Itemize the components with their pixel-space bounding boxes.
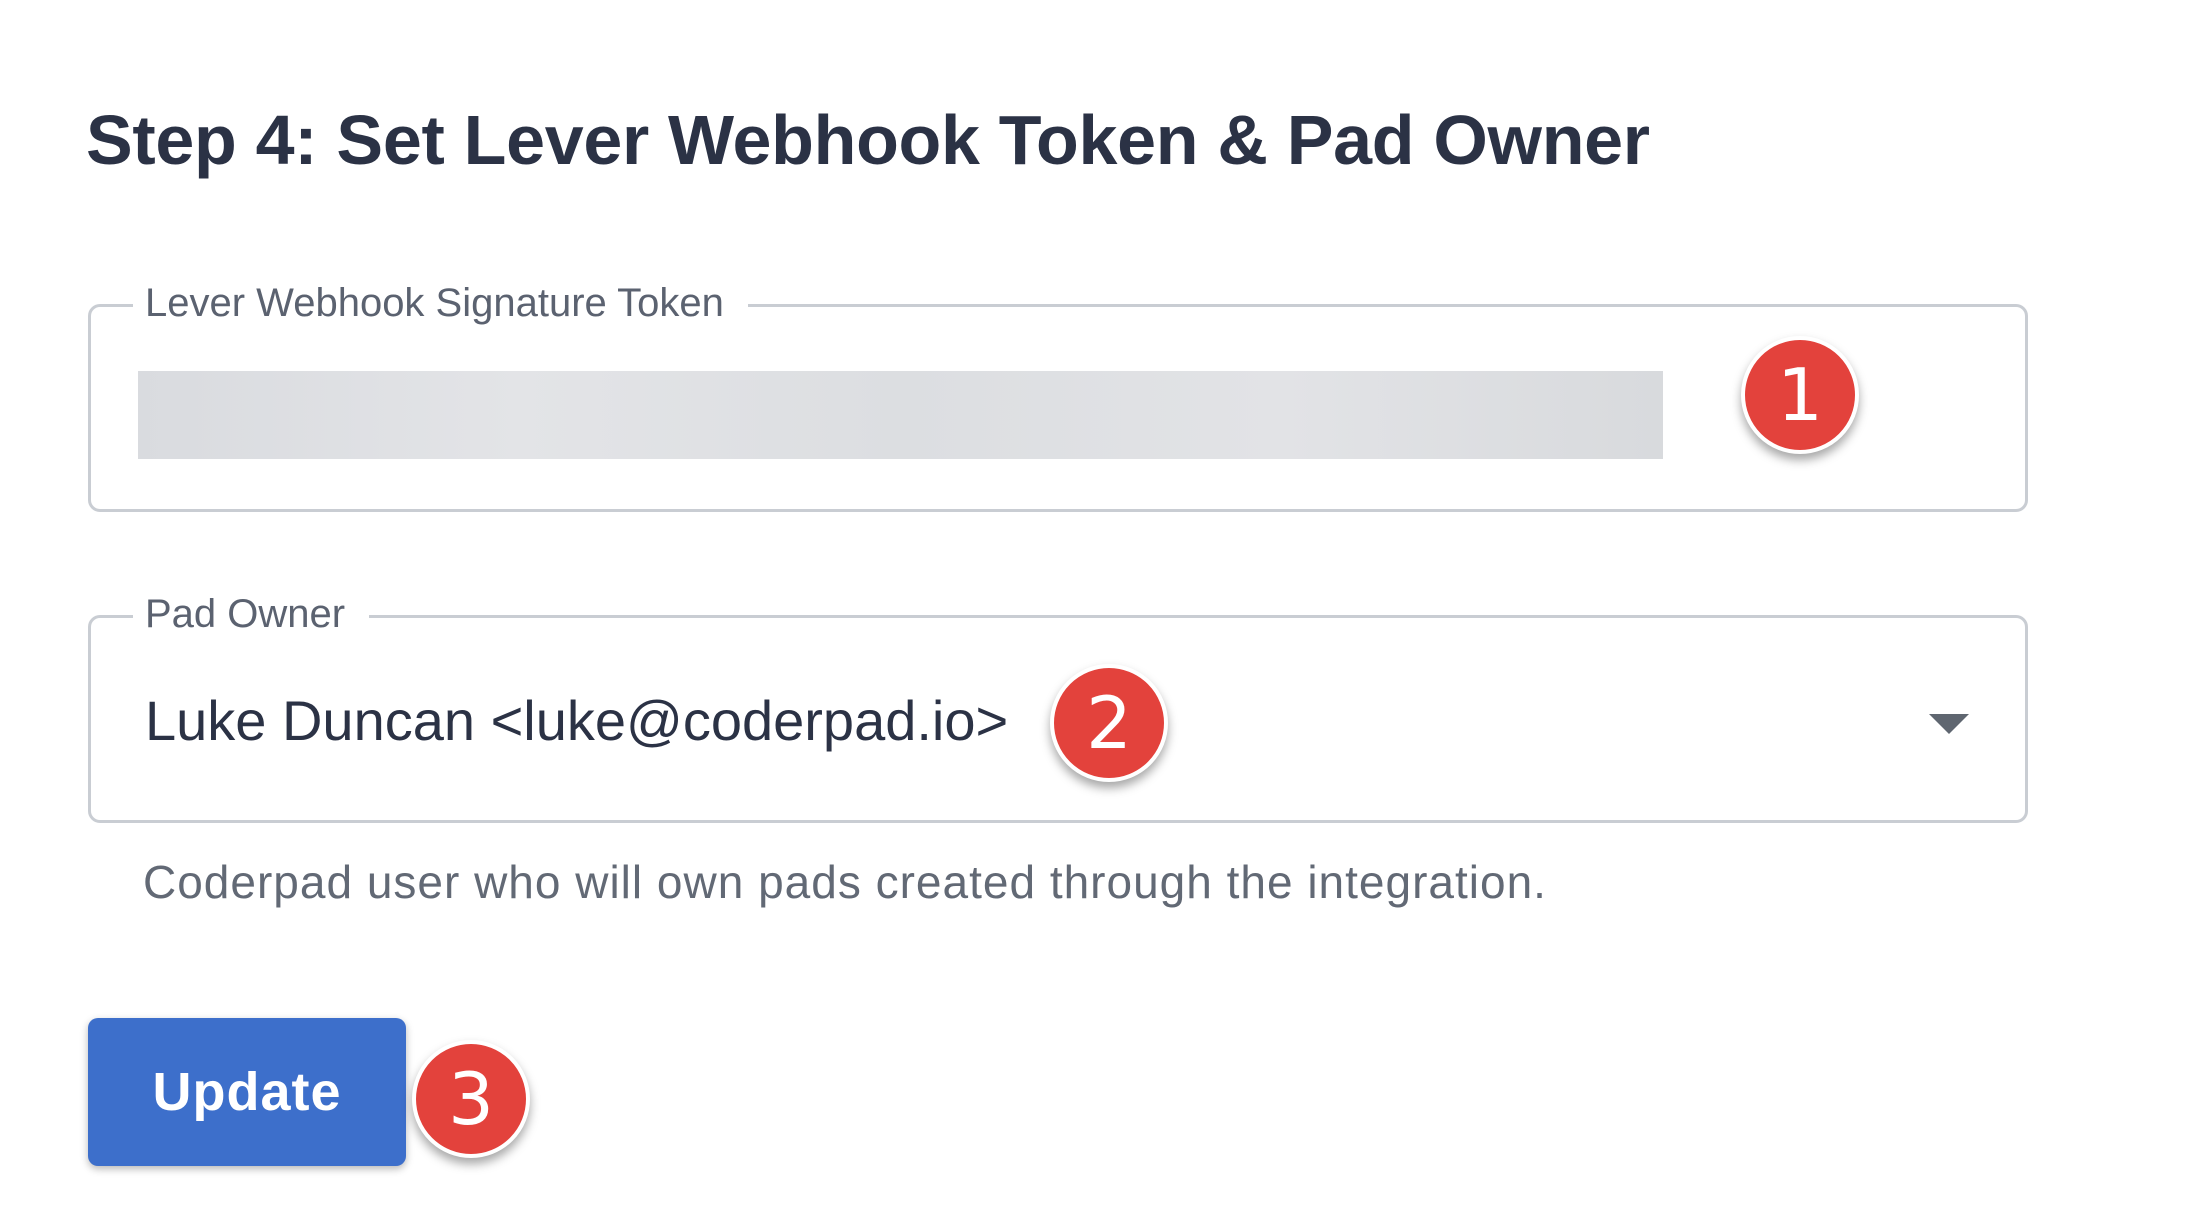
pad-owner-selected-value[interactable]: Luke Duncan <luke@coderpad.io> <box>145 681 1008 761</box>
update-button[interactable]: Update <box>88 1018 406 1166</box>
dropdown-caret-icon[interactable] <box>1929 714 1969 734</box>
token-field[interactable]: Lever Webhook Signature Token <box>88 275 2028 512</box>
token-field-label: Lever Webhook Signature Token <box>133 275 748 331</box>
step-callout-3: 3 <box>412 1040 530 1158</box>
page-title: Step 4: Set Lever Webhook Token & Pad Ow… <box>86 101 1650 179</box>
step-callout-2: 2 <box>1050 664 1168 782</box>
token-input-redacted[interactable] <box>138 371 1663 459</box>
pad-owner-helper-text: Coderpad user who will own pads created … <box>143 856 1547 908</box>
step-callout-1: 1 <box>1741 336 1859 454</box>
pad-owner-label: Pad Owner <box>133 586 370 642</box>
